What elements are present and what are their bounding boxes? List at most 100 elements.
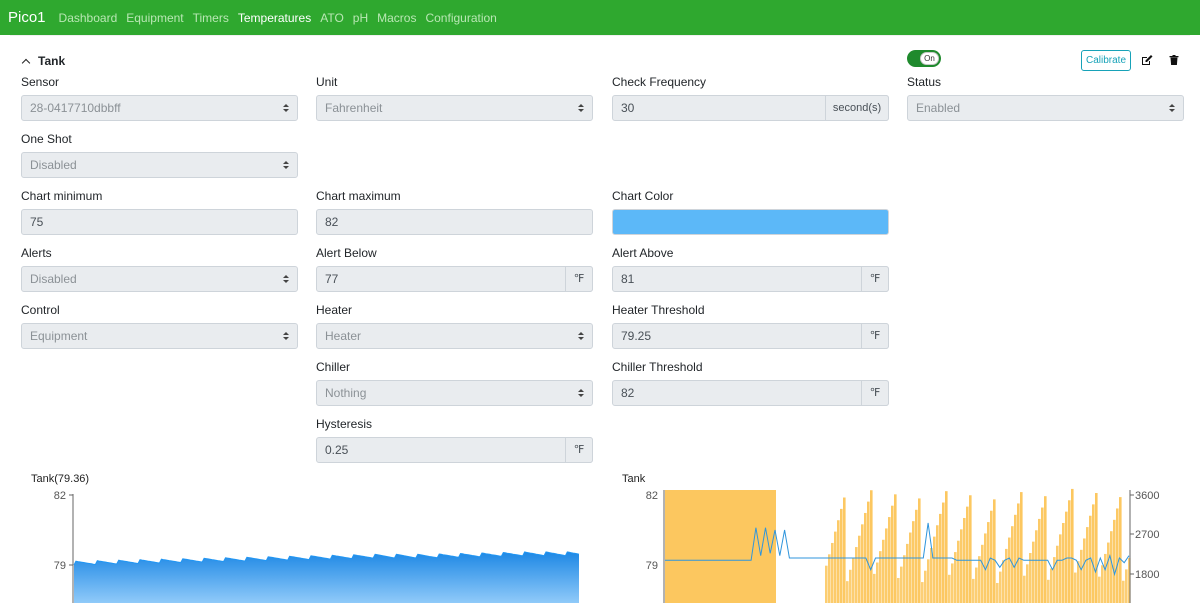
- right-tick-2700: 2700: [1135, 529, 1159, 541]
- left-tick-79: 79: [646, 560, 658, 572]
- control-select[interactable]: Equipment: [21, 323, 298, 349]
- check-frequency-label: Check Frequency: [612, 75, 707, 89]
- y-tick-82: 82: [54, 490, 66, 502]
- chevron-up-icon[interactable]: [21, 58, 31, 67]
- alerts-label: Alerts: [21, 246, 52, 260]
- usage-bar: [1077, 561, 1080, 603]
- usage-bar: [909, 532, 912, 603]
- panel-header[interactable]: Tank: [21, 54, 65, 68]
- usage-bar: [912, 521, 915, 603]
- alert-above-label: Alert Above: [612, 246, 674, 260]
- usage-bar: [1032, 541, 1035, 603]
- delete-button[interactable]: [1168, 51, 1182, 69]
- usage-bar: [957, 540, 960, 603]
- right-tick-1800: 1800: [1135, 569, 1159, 581]
- usage-bar: [834, 531, 837, 603]
- usage-bar: [870, 490, 873, 603]
- status-select[interactable]: Enabled: [907, 95, 1184, 121]
- usage-bar: [1125, 569, 1128, 603]
- nav-macros[interactable]: Macros: [377, 11, 416, 25]
- hysteresis-input[interactable]: 0.25 ℉: [316, 437, 593, 463]
- usage-bar: [1071, 488, 1074, 603]
- brand-logo[interactable]: Pico1: [8, 9, 46, 26]
- usage-bar: [1110, 531, 1113, 603]
- alerts-select[interactable]: Disabled: [21, 266, 298, 292]
- nav-ph[interactable]: pH: [353, 11, 368, 25]
- chart-max-input[interactable]: 82: [316, 209, 593, 235]
- usage-bar: [1035, 530, 1038, 603]
- usage-bar: [879, 551, 882, 603]
- one-shot-select[interactable]: Disabled: [21, 152, 298, 178]
- usage-bar: [936, 525, 939, 603]
- usage-bar: [861, 524, 864, 603]
- usage-bar: [825, 565, 828, 603]
- usage-bar: [843, 497, 846, 603]
- usage-bar: [891, 505, 894, 603]
- chiller-threshold-value: 82: [621, 386, 635, 400]
- usage-chart-title: Tank: [622, 473, 646, 485]
- alert-below-value: 77: [325, 272, 339, 286]
- usage-bar: [993, 499, 996, 603]
- usage-bar: [981, 544, 984, 603]
- temperature-area: [74, 551, 579, 603]
- left-tick-82: 82: [646, 490, 658, 502]
- edit-button[interactable]: [1141, 51, 1155, 69]
- usage-bar: [915, 509, 918, 603]
- nav-configuration[interactable]: Configuration: [425, 11, 496, 25]
- usage-bar: [1038, 518, 1041, 603]
- heater-threshold-label: Heater Threshold: [612, 303, 705, 317]
- alert-above-input[interactable]: 81 ℉: [612, 266, 889, 292]
- usage-bar: [942, 502, 945, 603]
- heater-label: Heater: [316, 303, 353, 317]
- usage-bar: [918, 498, 921, 603]
- nav-ato[interactable]: ATO: [320, 11, 344, 25]
- enable-toggle[interactable]: On: [907, 50, 941, 67]
- chiller-threshold-input[interactable]: 82 ℉: [612, 380, 889, 406]
- usage-bar: [876, 562, 879, 603]
- heater-threshold-input[interactable]: 79.25 ℉: [612, 323, 889, 349]
- usage-bar: [1008, 537, 1011, 603]
- toggle-knob: On: [920, 52, 939, 65]
- nav-timers[interactable]: Timers: [193, 11, 229, 25]
- sensor-select[interactable]: 28-0417710dbbff: [21, 95, 298, 121]
- heater-threshold-value: 79.25: [621, 329, 652, 343]
- unit-select[interactable]: Fahrenheit: [316, 95, 593, 121]
- usage-bar: [1059, 534, 1062, 603]
- nav-equipment[interactable]: Equipment: [126, 11, 183, 25]
- heater-threshold-unit: ℉: [861, 323, 889, 349]
- usage-bar: [1074, 572, 1077, 603]
- usage-bar: [921, 582, 924, 603]
- usage-bar: [1023, 575, 1026, 603]
- chart-min-input[interactable]: 75: [21, 209, 298, 235]
- usage-bar: [978, 556, 981, 603]
- usage-bar: [945, 491, 948, 603]
- nav-temperatures[interactable]: Temperatures: [238, 11, 311, 25]
- usage-bar: [849, 569, 852, 603]
- chart-color-picker[interactable]: [612, 209, 889, 235]
- usage-bar: [852, 558, 855, 603]
- usage-bar: [1119, 497, 1122, 603]
- heater-select[interactable]: Heater: [316, 323, 593, 349]
- nav-dashboard[interactable]: Dashboard: [59, 11, 118, 25]
- chiller-select[interactable]: Nothing: [316, 380, 593, 406]
- usage-bar: [855, 547, 858, 603]
- alert-above-unit: ℉: [861, 266, 889, 292]
- usage-bar: [1041, 507, 1044, 603]
- usage-bar: [1062, 523, 1065, 603]
- usage-bar: [906, 543, 909, 603]
- usage-bar: [1080, 549, 1083, 603]
- calibrate-button[interactable]: Calibrate: [1081, 50, 1131, 71]
- usage-bar: [1026, 564, 1029, 603]
- chiller-label: Chiller: [316, 360, 351, 374]
- usage-bar: [1095, 493, 1098, 603]
- usage-bar: [903, 555, 906, 603]
- usage-bar: [972, 578, 975, 603]
- sensor-label: Sensor: [21, 75, 60, 89]
- alert-below-input[interactable]: 77 ℉: [316, 266, 593, 292]
- navbar: Pico1 Dashboard Equipment Timers Tempera…: [0, 0, 1200, 35]
- usage-bar: [1098, 576, 1101, 603]
- check-frequency-input[interactable]: 30 second(s): [612, 95, 889, 121]
- usage-bar: [1107, 542, 1110, 603]
- usage-bar: [1116, 508, 1119, 603]
- usage-bar: [840, 508, 843, 603]
